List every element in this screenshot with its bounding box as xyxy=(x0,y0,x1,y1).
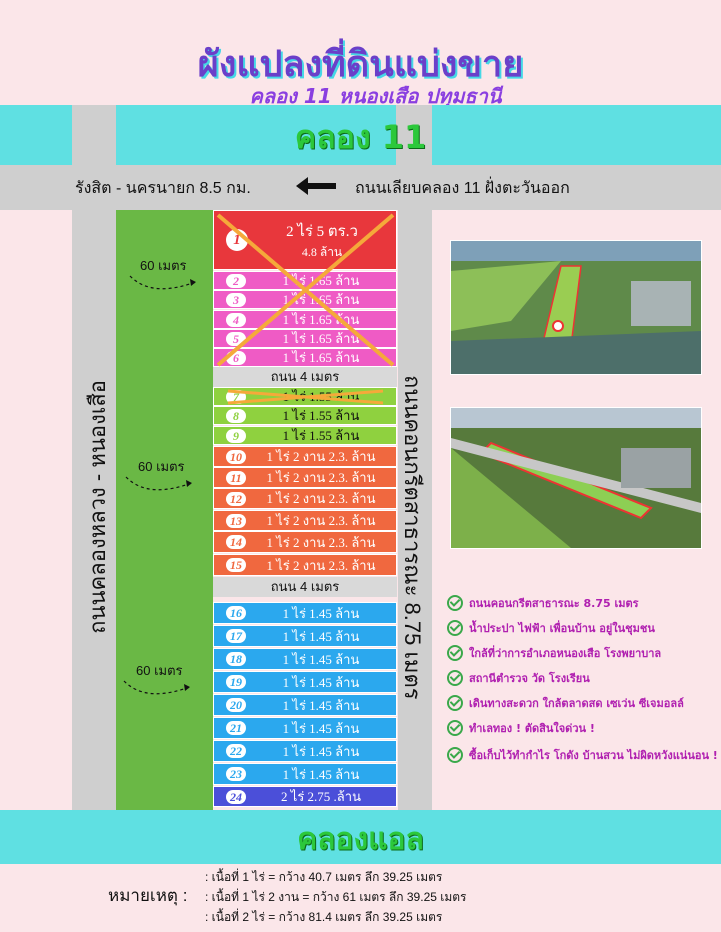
feature-item: ใกล้ที่ว่าการอำเภอหนองเสือ โรงพยาบาล xyxy=(447,644,661,662)
plot-number: 17 xyxy=(226,629,246,643)
note-line: : เนื้อที่ 1 ไร่ = กว้าง 40.7 เมตร ลึก 3… xyxy=(205,870,443,884)
plot-label: 1 ไร่ 1.45 ล้าน xyxy=(282,605,360,621)
check-circle-icon xyxy=(447,720,463,736)
aerial-photo xyxy=(450,240,702,375)
plot-8: 8 1 ไร่ 1.55 ล้าน xyxy=(213,406,397,425)
plot-label: 1 ไร่ 1.45 ล้าน xyxy=(282,766,360,782)
road-top-left-text: รังสิต - นครนายก 8.5 กม. xyxy=(75,180,251,197)
plot-label: 1 ไร่ 2 งาน 2.3. ล้าน xyxy=(266,491,376,506)
plot-number: 8 xyxy=(226,408,246,423)
plot-21: 21 1 ไร่ 1.45 ล้าน xyxy=(213,717,397,739)
dashed-arrow-icon xyxy=(125,476,193,491)
plot-24: 24 2 ไร่ 2.75 .ล้าน xyxy=(213,786,397,807)
plot-number: 15 xyxy=(226,558,246,572)
plot-label: 1 ไร่ 2 งาน 2.3. ล้าน xyxy=(266,513,376,528)
plot-number: 11 xyxy=(226,470,246,485)
road-top-right-text: ถนนเลียบคลอง 11 ฝั่งตะวันออก xyxy=(355,180,570,197)
plot-label: 1 ไร่ 1.55 ล้าน xyxy=(282,428,360,443)
plot-label: 1 ไร่ 1.45 ล้าน xyxy=(282,674,360,690)
plot-15: 15 1 ไร่ 2 งาน 2.3. ล้าน xyxy=(213,554,397,576)
road-right-label: ถนนคอนกรีตสาธารณะ 8.75 เมตร xyxy=(400,375,425,700)
plot-17: 17 1 ไร่ 1.45 ล้าน xyxy=(213,625,397,647)
plot-label: 1 ไร่ 1.55 ล้าน xyxy=(282,408,360,423)
feature-item: เดินทางสะดวก ใกล้ตลาดสด เซเว่น ซีเจมอลล์ xyxy=(447,694,684,712)
notes-label: หมายเหตุ : xyxy=(108,886,188,905)
inner-road: ถนน 4 เมตร xyxy=(213,367,397,387)
plot-19: 19 1 ไร่ 1.45 ล้าน xyxy=(213,671,397,693)
plot-label: 1 ไร่ 2 งาน 2.3. ล้าน xyxy=(266,470,376,485)
feature-text: เดินทางสะดวก ใกล้ตลาดสด เซเว่น ซีเจมอลล์ xyxy=(469,697,684,710)
arrow-left-icon xyxy=(296,177,336,195)
note-line: : เนื้อที่ 1 ไร่ 2 งาน = กว้าง 61 เมตร ล… xyxy=(205,890,467,904)
aerial-photo xyxy=(450,407,702,549)
plot-10: 10 1 ไร่ 2 งาน 2.3. ล้าน xyxy=(213,446,397,467)
plot-number: 16 xyxy=(226,606,246,620)
plot-number: 24 xyxy=(226,789,246,804)
check-circle-icon xyxy=(447,747,463,763)
plot-14: 14 1 ไร่ 2 งาน 2.3. ล้าน xyxy=(213,531,397,553)
plot-label: 1 ไร่ 1.45 ล้าน xyxy=(282,743,360,759)
plot-number: 22 xyxy=(226,744,246,758)
check-circle-icon xyxy=(447,670,463,686)
plot-number: 21 xyxy=(226,721,246,735)
feature-text: สถานีตำรวจ วัด โรงเรียน xyxy=(469,672,590,685)
note-line: : เนื้อที่ 2 ไร่ = กว้าง 81.4 เมตร ลึก 3… xyxy=(205,910,443,924)
plot-label: 1 ไร่ 1.45 ล้าน xyxy=(282,720,360,736)
plot-number: 23 xyxy=(226,767,246,781)
check-circle-icon xyxy=(447,620,463,636)
feature-text: ถนนคอนกรีตสาธารณะ 8.75 เมตร xyxy=(469,597,639,610)
plot-label: 1 ไร่ 2 งาน 2.3. ล้าน xyxy=(266,534,376,550)
feature-item: ซื้อเก็บไว้ทำกำไร โกดัง บ้านสวน ไม่ผิดหว… xyxy=(447,746,718,764)
canal-top-label: คลอง 11 xyxy=(294,118,427,156)
plot-label: 2 ไร่ 2.75 .ล้าน xyxy=(281,789,361,804)
road-left-label: ถนนคลองหลวง - หนองเสือ xyxy=(85,380,110,634)
sold-cross-mark xyxy=(216,213,395,367)
feature-item: ถนนคอนกรีตสาธารณะ 8.75 เมตร xyxy=(447,594,639,612)
plot-label: 1 ไร่ 1.45 ล้าน xyxy=(282,697,360,713)
feature-text: น้ำประปา ไฟฟ้า เพื่อนบ้าน อยู่ในชุมชน xyxy=(469,622,655,635)
plot-number: 9 xyxy=(226,428,246,443)
plot-23: 23 1 ไร่ 1.45 ล้าน xyxy=(213,763,397,785)
plot-18: 18 1 ไร่ 1.45 ล้าน xyxy=(213,648,397,670)
plot-number: 20 xyxy=(226,698,246,712)
plot-22: 22 1 ไร่ 1.45 ล้าน xyxy=(213,740,397,762)
green-strip xyxy=(116,210,213,810)
plot-16: 16 1 ไร่ 1.45 ล้าน xyxy=(213,602,397,624)
plot-number: 10 xyxy=(226,449,246,464)
feature-text: ซื้อเก็บไว้ทำกำไร โกดัง บ้านสวน ไม่ผิดหว… xyxy=(469,749,718,762)
plot-label: 1 ไร่ 1.45 ล้าน xyxy=(282,628,360,644)
plot-label: 1 ไร่ 1.45 ล้าน xyxy=(282,651,360,667)
feature-text: ใกล้ที่ว่าการอำเภอหนองเสือ โรงพยาบาล xyxy=(469,647,662,660)
inner-road: ถนน 4 เมตร xyxy=(213,577,397,597)
plot-label: 1 ไร่ 2 งาน 2.3. ล้าน xyxy=(266,557,376,573)
plot-13: 13 1 ไร่ 2 งาน 2.3. ล้าน xyxy=(213,510,397,531)
plot-number: 18 xyxy=(226,652,246,666)
dashed-arrow-icon xyxy=(123,680,191,695)
plot-label: 1 ไร่ 2 งาน 2.3. ล้าน xyxy=(266,449,376,464)
feature-item: น้ำประปา ไฟฟ้า เพื่อนบ้าน อยู่ในชุมชน xyxy=(447,619,655,637)
plot-12: 12 1 ไร่ 2 งาน 2.3. ล้าน xyxy=(213,488,397,509)
plot-20: 20 1 ไร่ 1.45 ล้าน xyxy=(213,694,397,716)
feature-item: ทำเลทอง ! ตัดสินใจด่วน ! xyxy=(447,719,595,737)
plot-number: 12 xyxy=(226,491,246,506)
check-circle-icon xyxy=(447,595,463,611)
check-circle-icon xyxy=(447,695,463,711)
canal-bottom-label: คลองแอล xyxy=(297,822,424,857)
plot-9: 9 1 ไร่ 1.55 ล้าน xyxy=(213,426,397,445)
sold-cross-mark xyxy=(227,389,384,405)
check-circle-icon xyxy=(447,645,463,661)
plot-number: 14 xyxy=(226,535,246,549)
plot-number: 19 xyxy=(226,675,246,689)
feature-item: สถานีตำรวจ วัด โรงเรียน xyxy=(447,669,590,687)
plot-11: 11 1 ไร่ 2 งาน 2.3. ล้าน xyxy=(213,467,397,488)
plot-number: 13 xyxy=(226,513,246,528)
feature-text: ทำเลทอง ! ตัดสินใจด่วน ! xyxy=(469,722,595,735)
dashed-arrow-icon xyxy=(129,275,197,290)
